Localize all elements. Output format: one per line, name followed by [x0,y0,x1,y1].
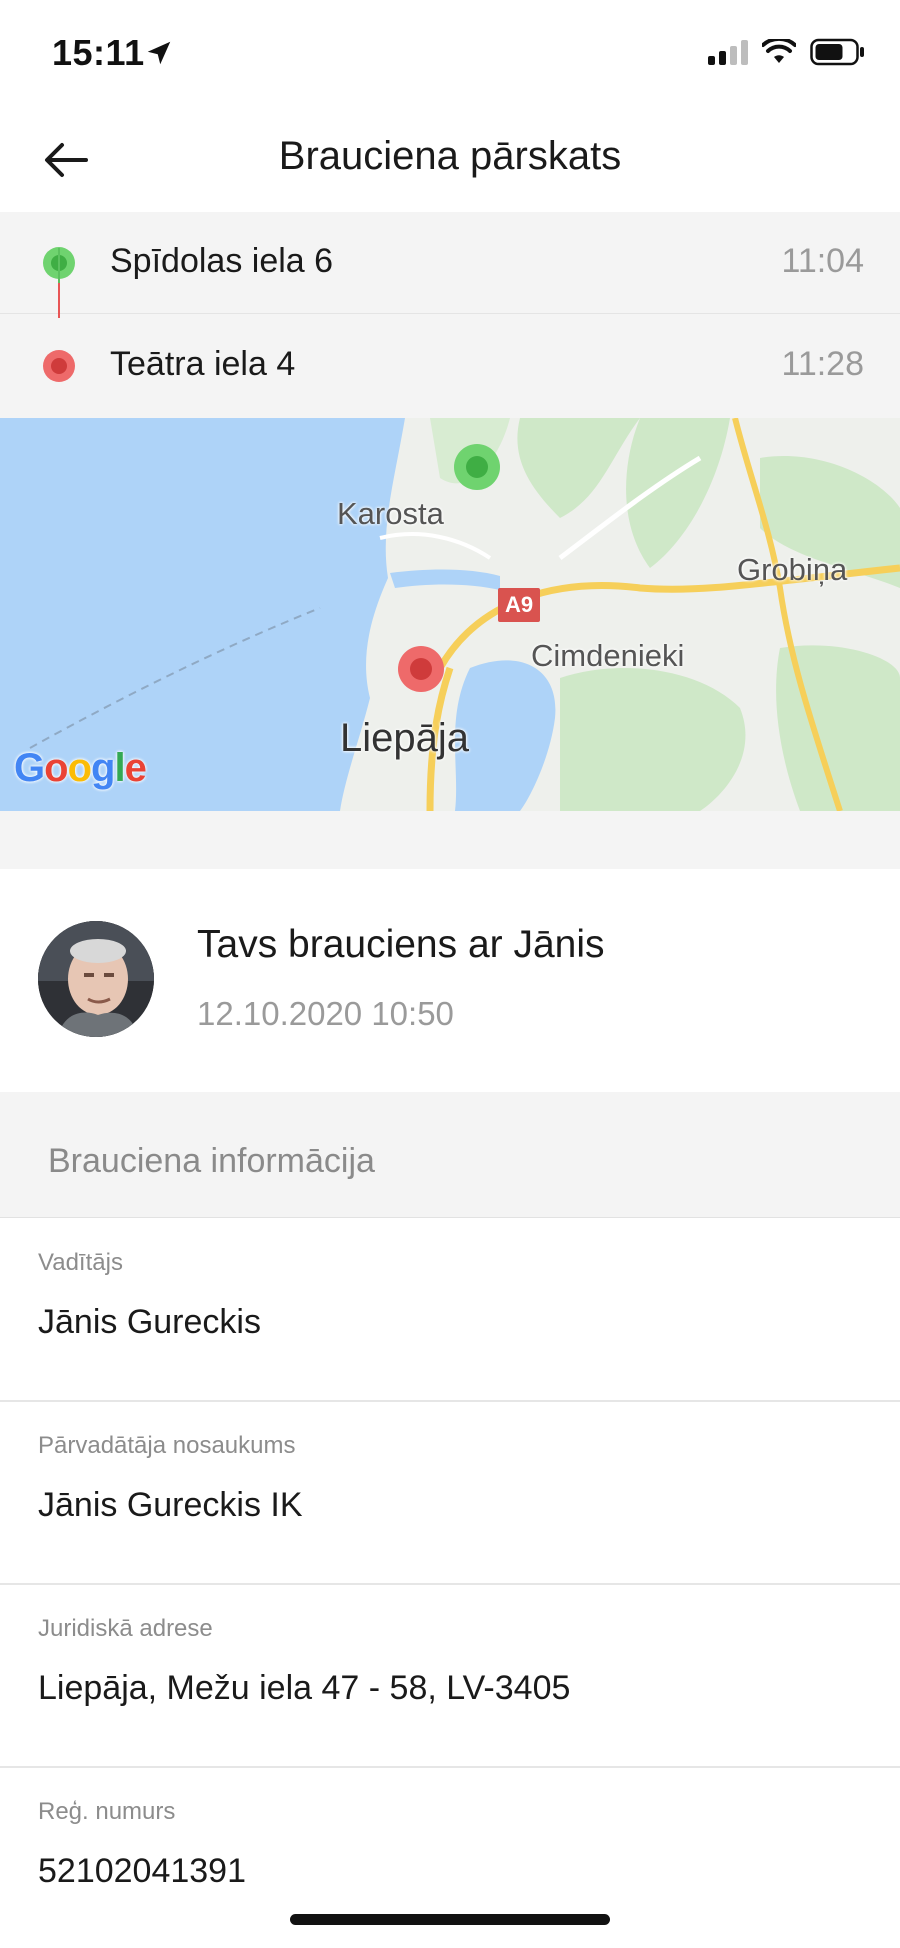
location-arrow-icon [147,41,171,65]
info-label: Juridiskā adrese [38,1615,213,1642]
route-connector [58,248,60,318]
info-value: Jānis Gureckis IK [38,1486,303,1524]
map-label-karosta: Karosta [337,496,444,531]
route-end-address: Teātra iela 4 [110,345,296,383]
wifi-icon [762,39,796,63]
info-value: Liepāja, Mežu iela 47 - 58, LV-3405 [38,1669,571,1707]
status-time: 15:11 [52,32,145,73]
map-label-cimdenieki: Cimdenieki [531,638,685,673]
route-start-address: Spīdolas iela 6 [110,242,334,280]
route-stop-start: Spīdolas iela 6 11:04 [0,212,900,314]
logo-letter-g: G [14,746,45,790]
avatar-photo [38,921,154,1037]
logo-letter-e: e [124,746,147,790]
google-logo: Google [14,746,147,791]
logo-letter-o1: o [44,746,68,790]
ride-info-header: Brauciena informācija [0,1092,900,1218]
logo-letter-o2: o [67,746,92,790]
route-summary: Spīdolas iela 6 11:04 Teātra iela 4 11:2… [0,212,900,418]
section-gap [0,811,900,869]
ride-date: 12.10.2020 10:50 [197,995,454,1032]
page-title: Brauciena pārskats [278,134,622,178]
road-sign-a9: A9 [498,588,540,622]
app-header: Brauciena pārskats [0,108,900,212]
driver-avatar [38,921,154,1037]
home-indicator[interactable] [290,1914,610,1925]
info-label: Pārvadātāja nosaukums [38,1432,296,1459]
battery-icon [810,38,864,66]
info-label: Vadītājs [38,1249,123,1276]
status-bar: 15:11 [0,0,900,108]
cellular-signal-icon [708,39,748,65]
map-end-pin-icon [398,646,444,692]
end-marker-icon [43,350,75,382]
info-value: 52102041391 [38,1852,247,1890]
route-stop-end: Teātra iela 4 11:28 [0,315,900,417]
map-label-liepaja: Liepāja [340,716,470,760]
info-row-driver: Vadītājs Jānis Gureckis [0,1219,900,1402]
info-label: Reģ. numurs [38,1798,176,1825]
info-value: Jānis Gureckis [38,1303,261,1341]
info-row-legal-address: Juridiskā adrese Liepāja, Mežu iela 47 -… [0,1585,900,1768]
info-row-carrier: Pārvadātāja nosaukums Jānis Gureckis IK [0,1402,900,1585]
logo-letter-l: l [114,746,125,790]
map-label-grobina: Grobiņa [737,552,848,587]
status-indicators [708,38,866,66]
route-map[interactable]: Karosta Grobiņa Cimdenieki Liepāja A9 Go… [0,418,900,811]
route-start-time: 11:04 [781,242,864,280]
driver-card: Tavs brauciens ar Jānis 12.10.2020 10:50 [0,869,900,1092]
ride-info-title: Brauciena informācija [48,1142,375,1180]
route-end-time: 11:28 [781,345,864,383]
map-start-pin-icon [454,444,500,490]
logo-letter-g2: g [91,746,115,790]
driver-title: Tavs brauciens ar Jānis [197,923,605,966]
